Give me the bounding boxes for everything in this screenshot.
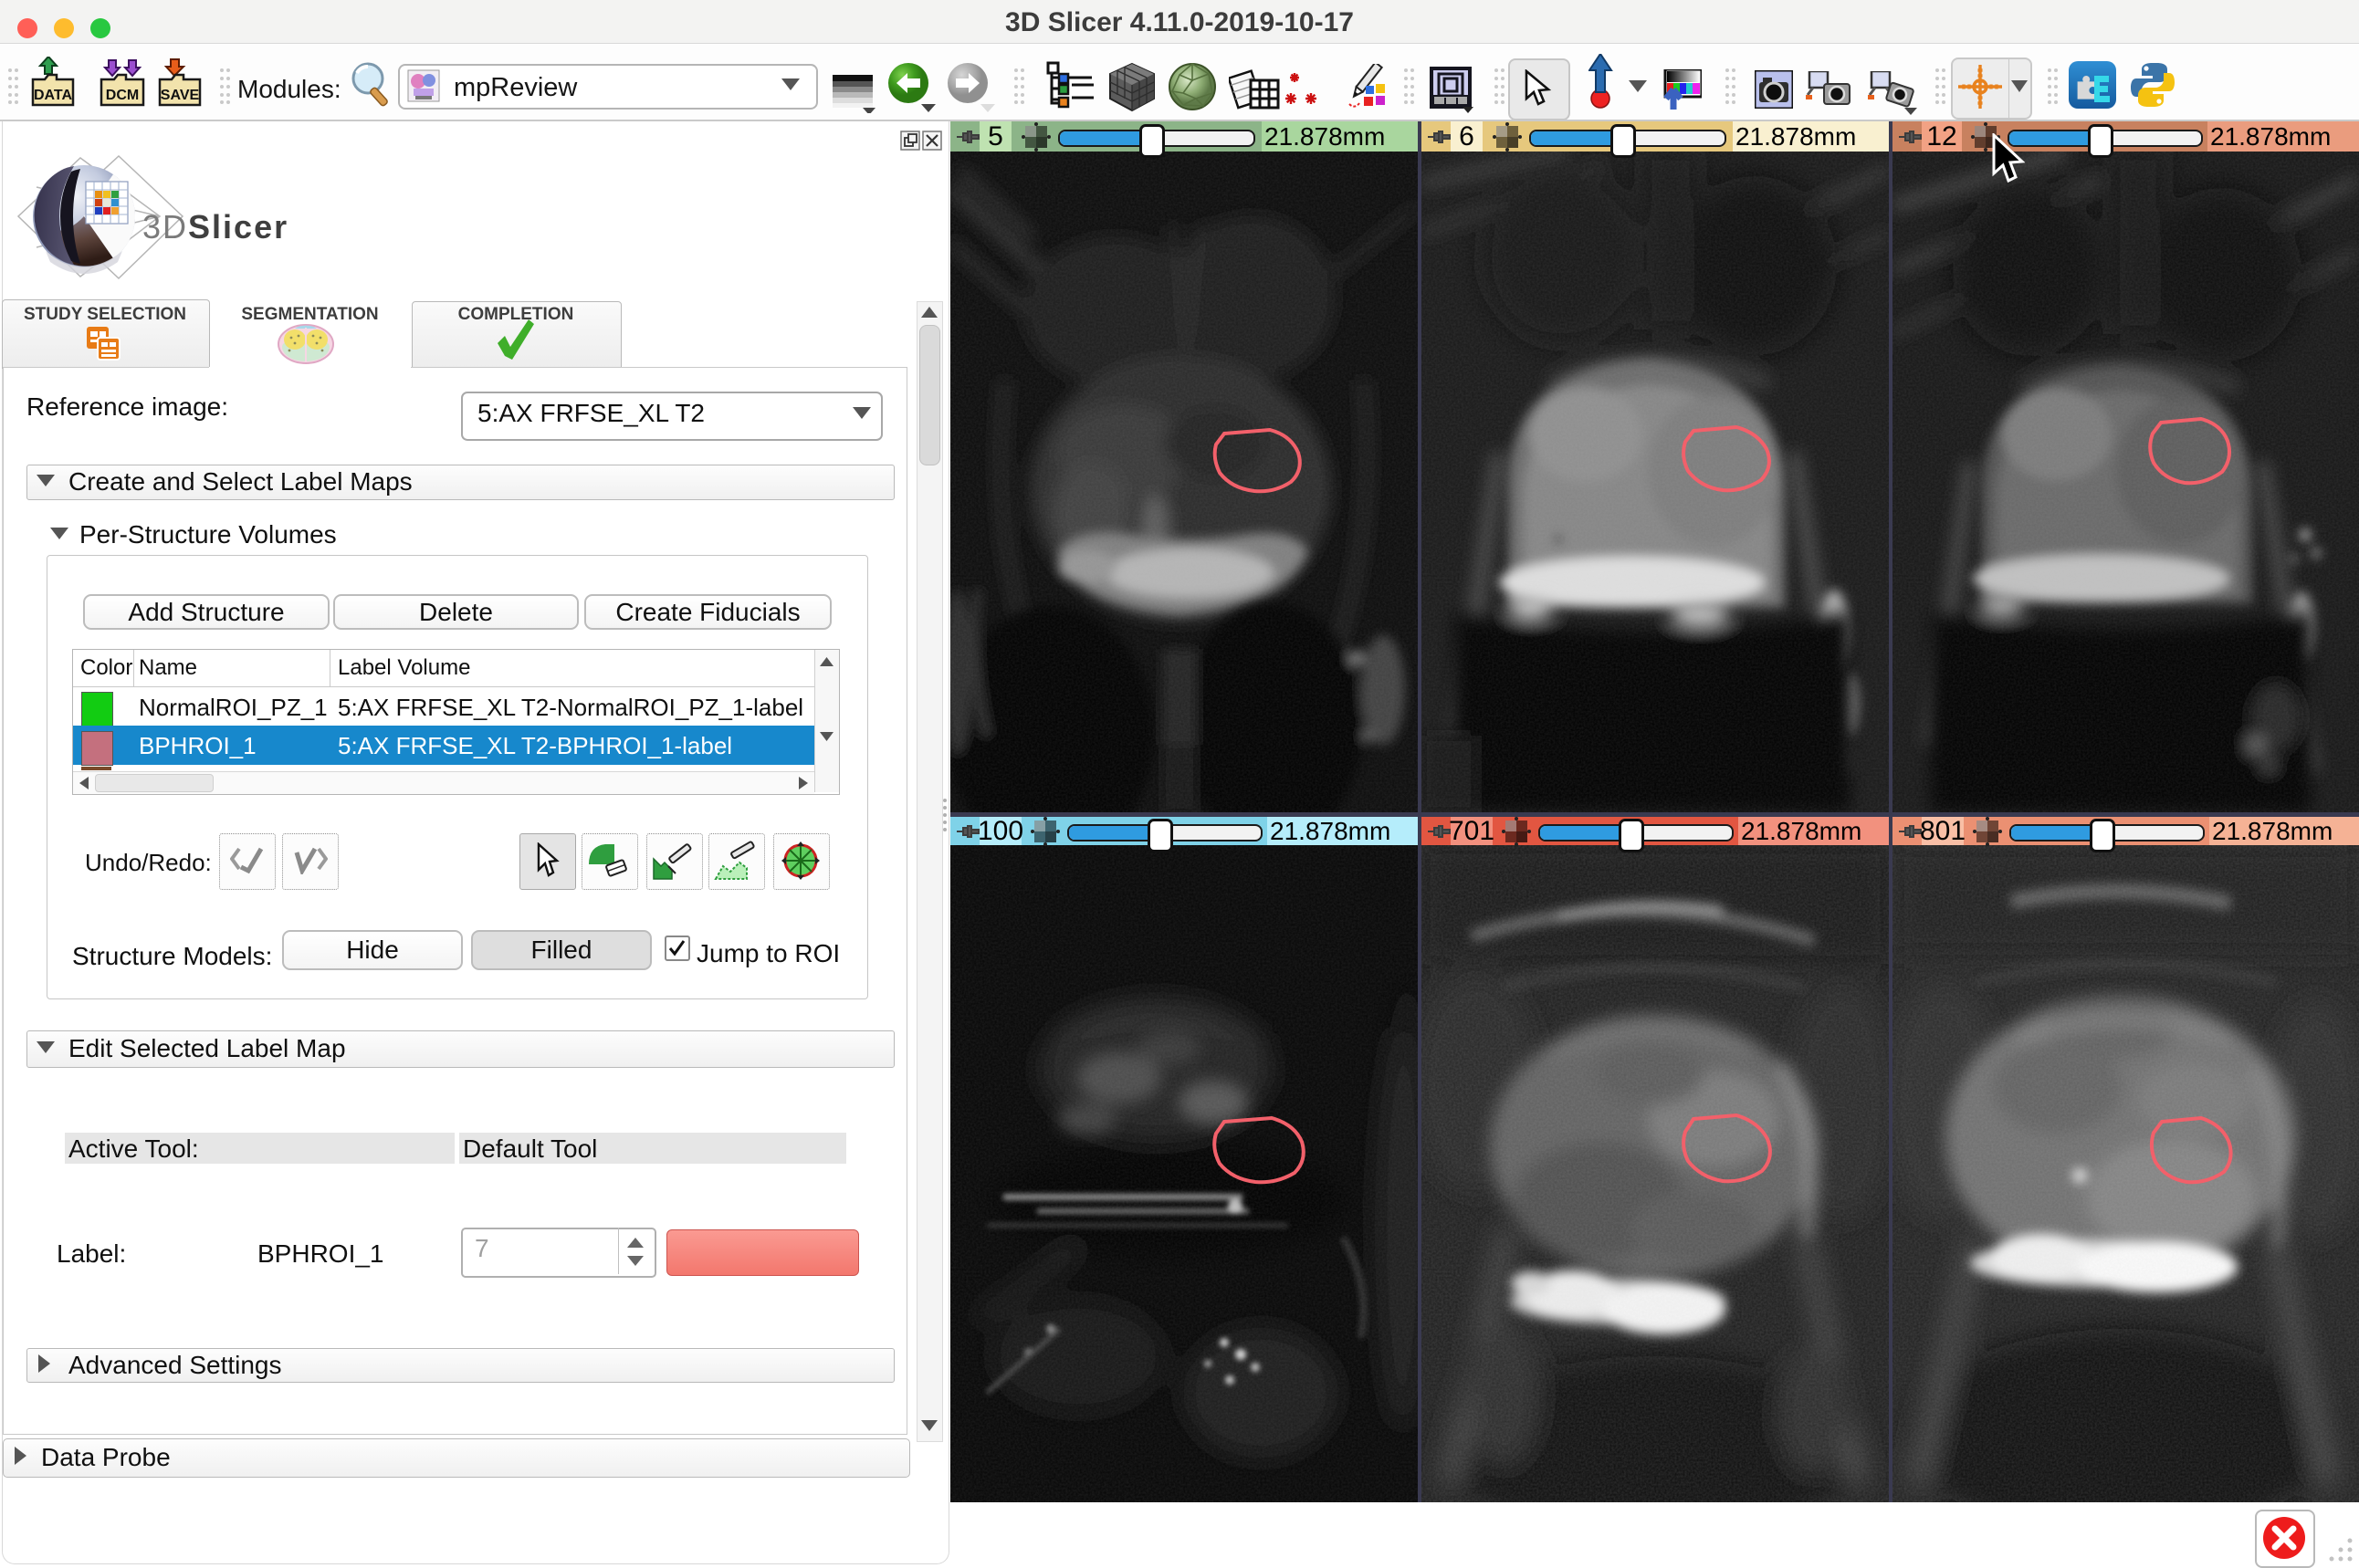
- svg-text:DATA: DATA: [34, 88, 73, 103]
- svg-text:SAVE: SAVE: [161, 88, 200, 103]
- svg-text:DCM: DCM: [106, 88, 139, 103]
